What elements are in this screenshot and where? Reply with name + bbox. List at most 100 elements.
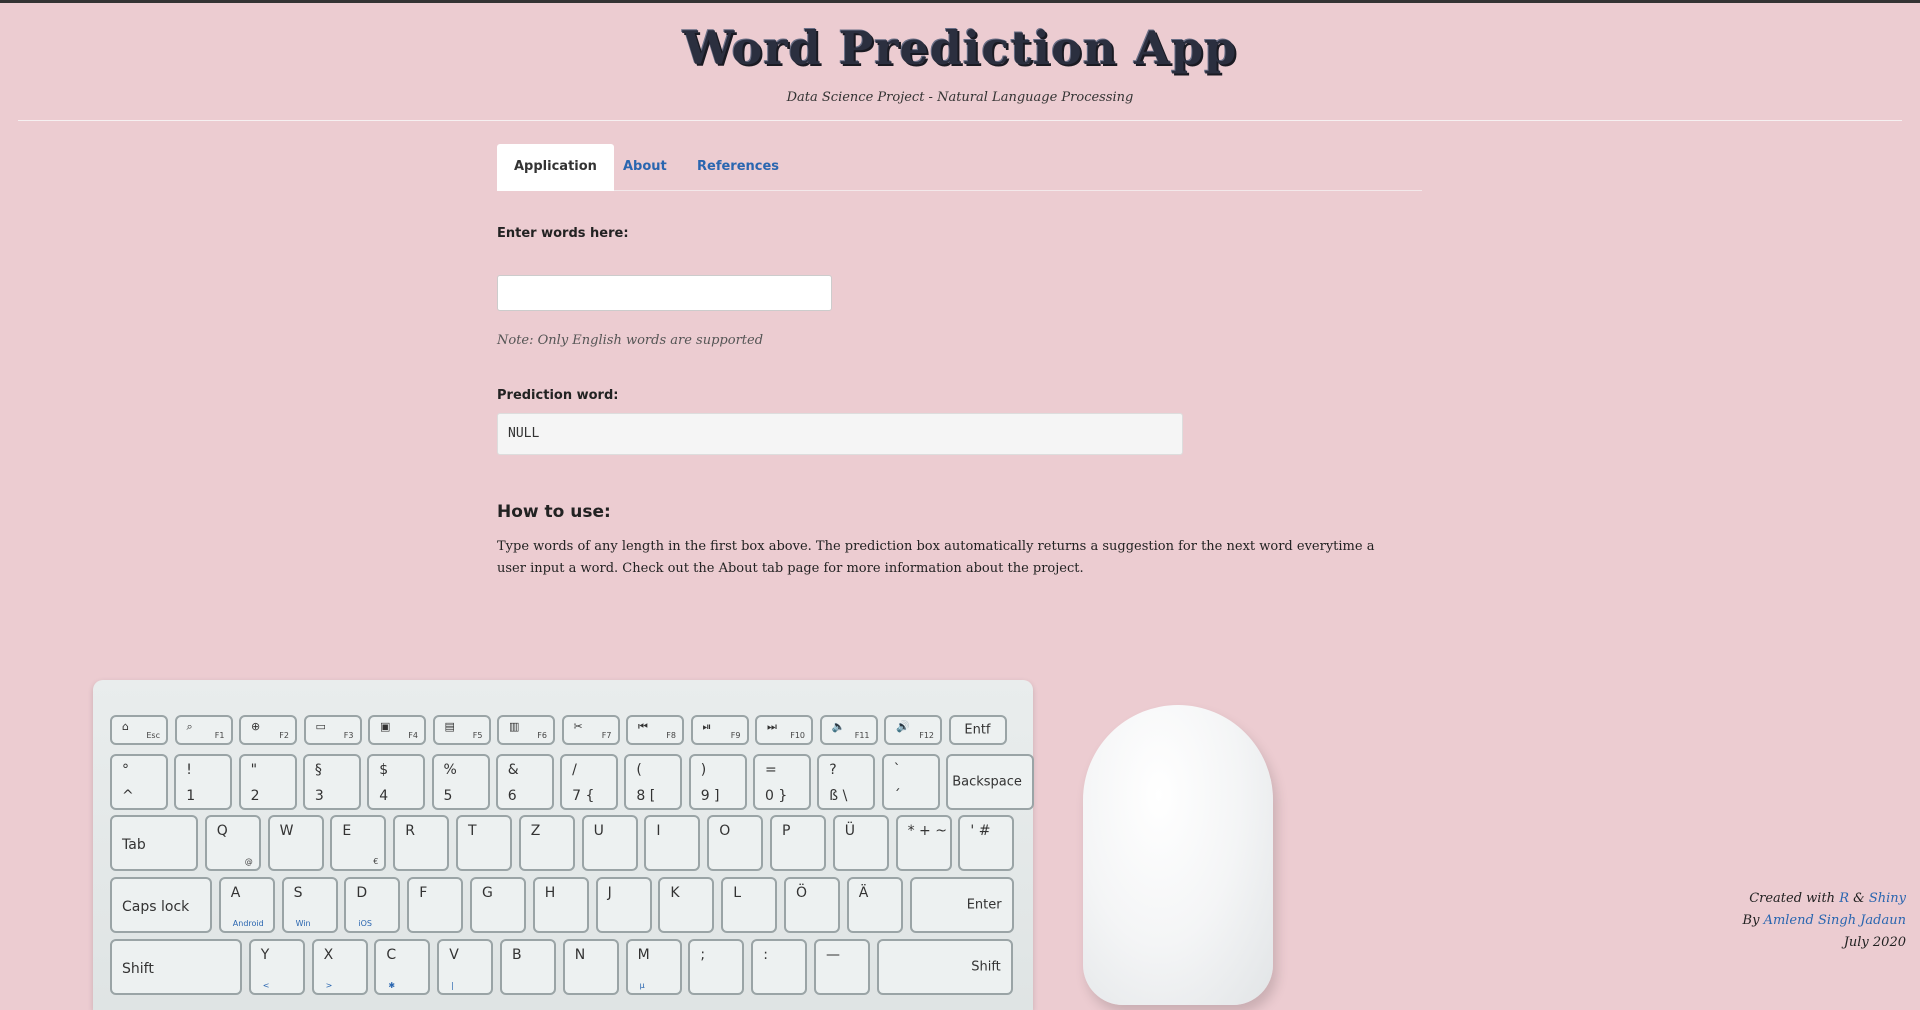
key-label: D — [356, 885, 368, 901]
keyboard-key: E € — [330, 815, 387, 871]
key-label: § — [314, 762, 322, 778]
keyboard-key: G — [470, 877, 526, 933]
key-label: : — [763, 947, 768, 963]
keyboard-key: ▤ F5 — [432, 715, 491, 745]
key-label: Tab — [122, 837, 146, 853]
input-note: Note: Only English words are supported — [497, 333, 764, 348]
key-label: @ — [244, 857, 253, 866]
key-label: 7 { — [572, 788, 595, 804]
keyboard-key: R — [393, 815, 450, 871]
key-label: 3 — [314, 788, 324, 804]
key-label: & — [507, 762, 519, 778]
key-label: ; — [700, 947, 706, 963]
key-label: ^ — [122, 788, 134, 804]
key-label: % — [443, 762, 457, 778]
key-label: ? — [829, 762, 837, 778]
author-link[interactable]: Amlend Singh Jadaun — [1764, 913, 1906, 928]
key-label: ⏯ — [702, 720, 712, 733]
key-label: ` — [893, 762, 901, 778]
key-label: F9 — [730, 731, 741, 740]
key-label: Z — [530, 823, 541, 839]
footer-created-prefix: Created with — [1749, 891, 1836, 906]
tab-about[interactable]: About — [623, 144, 667, 190]
howto-text: Type words of any length in the first bo… — [497, 539, 1375, 576]
footer-created-line: Created with R & Shiny — [1743, 888, 1906, 910]
tab-references[interactable]: References — [697, 144, 779, 190]
key-label: Backspace — [952, 774, 1022, 790]
keyboard-key: ▣ F4 — [368, 715, 426, 745]
key-label: W — [279, 823, 294, 839]
key-label: ° — [122, 762, 129, 778]
key-label: 9 ] — [700, 788, 720, 804]
shiny-link[interactable]: Shiny — [1869, 891, 1906, 906]
key-label: | — [451, 981, 454, 990]
keyboard-key: T — [456, 815, 512, 871]
keyboard-key: ⏮ F8 — [626, 715, 684, 745]
key-label: F4 — [408, 731, 418, 740]
key-label: F6 — [537, 731, 547, 740]
keyboard-key: V | — [437, 939, 494, 995]
key-label: F — [419, 885, 428, 901]
page-title: Word Prediction App — [682, 21, 1238, 75]
key-label: X — [323, 947, 334, 963]
footer-credits: Created with R & Shiny By Amlend Singh J… — [1743, 888, 1906, 954]
key-label: T — [468, 823, 477, 839]
key-label: 1 — [186, 788, 196, 804]
key-label: * + ~ — [907, 823, 947, 839]
keyboard-key: W — [267, 815, 324, 871]
words-input-label: Enter words here: — [497, 226, 629, 241]
keyboard-key: Shift — [876, 939, 1013, 995]
key-label: B — [512, 947, 522, 963]
key-label: H — [544, 885, 556, 901]
key-label: 0 } — [765, 788, 788, 804]
tab-application[interactable]: Application — [497, 144, 614, 191]
words-input[interactable] — [497, 275, 832, 311]
keyboard-key: ) 9 ] — [688, 754, 747, 810]
key-label: Y — [260, 947, 270, 963]
footer-author-line: By Amlend Singh Jadaun — [1743, 910, 1906, 932]
keyboard-key: ` ´ — [881, 754, 940, 810]
key-label: ▭ — [315, 720, 326, 733]
key-label: Enter — [966, 897, 1002, 913]
key-label: 4 — [379, 788, 389, 804]
keyboard-key: & 6 — [495, 754, 554, 810]
key-label: K — [670, 885, 680, 901]
key-label: 8 [ — [636, 788, 656, 804]
key-label: = — [765, 762, 777, 778]
key-label: ▥ — [509, 720, 520, 733]
keyboard-key: Mµ — [625, 939, 682, 995]
keyboard-key: Entf — [948, 715, 1007, 745]
r-link[interactable]: R — [1839, 891, 1849, 906]
key-label: V — [449, 947, 459, 963]
key-label: Ü — [844, 823, 856, 839]
key-label: G — [482, 885, 493, 901]
keyboard-key: " 2 — [238, 754, 297, 810]
keyboard-key: ' # — [958, 815, 1015, 871]
howto-heading: How to use: — [497, 502, 611, 522]
key-label: < — [262, 981, 270, 990]
keyboard-key: ✂ F7 — [561, 715, 620, 745]
key-label: Esc — [146, 731, 160, 740]
keyboard-key: L — [721, 877, 778, 933]
keyboard-key: ! 1 — [174, 754, 233, 810]
key-label: µ — [639, 981, 645, 990]
keyboard-key: ▭ F3 — [303, 715, 362, 745]
key-label: 🔈 — [831, 720, 846, 733]
key-label: C — [386, 947, 397, 963]
key-label: E — [342, 823, 352, 839]
keyboard-key: S Win — [281, 877, 338, 933]
key-label: ⌂ — [122, 720, 129, 733]
keyboard-key: J — [595, 877, 652, 933]
footer-amp: & — [1853, 891, 1865, 906]
key-label: ✱ — [388, 981, 396, 990]
page-subtitle: Data Science Project - Natural Language … — [786, 90, 1134, 105]
keyboard-key: ⊕ F2 — [239, 715, 297, 745]
key-label: iOS — [358, 919, 372, 928]
keyboard-key: Ä — [846, 877, 903, 933]
key-label: F5 — [472, 731, 483, 740]
key-label: F1 — [214, 731, 225, 740]
key-label: Shift — [971, 959, 1001, 975]
key-label: $ — [379, 762, 389, 778]
keyboard-image: ⌂ Esc ⌕ F1 ⊕ F2 ▭ F3 ▣ F4 ▤ F5 ▥ F6 ✂ F7 ⏮ F8 ⏯ F9 ⏭ F10 🔈 F11 🔊… — [93, 680, 1034, 1010]
key-label: J — [607, 885, 612, 901]
